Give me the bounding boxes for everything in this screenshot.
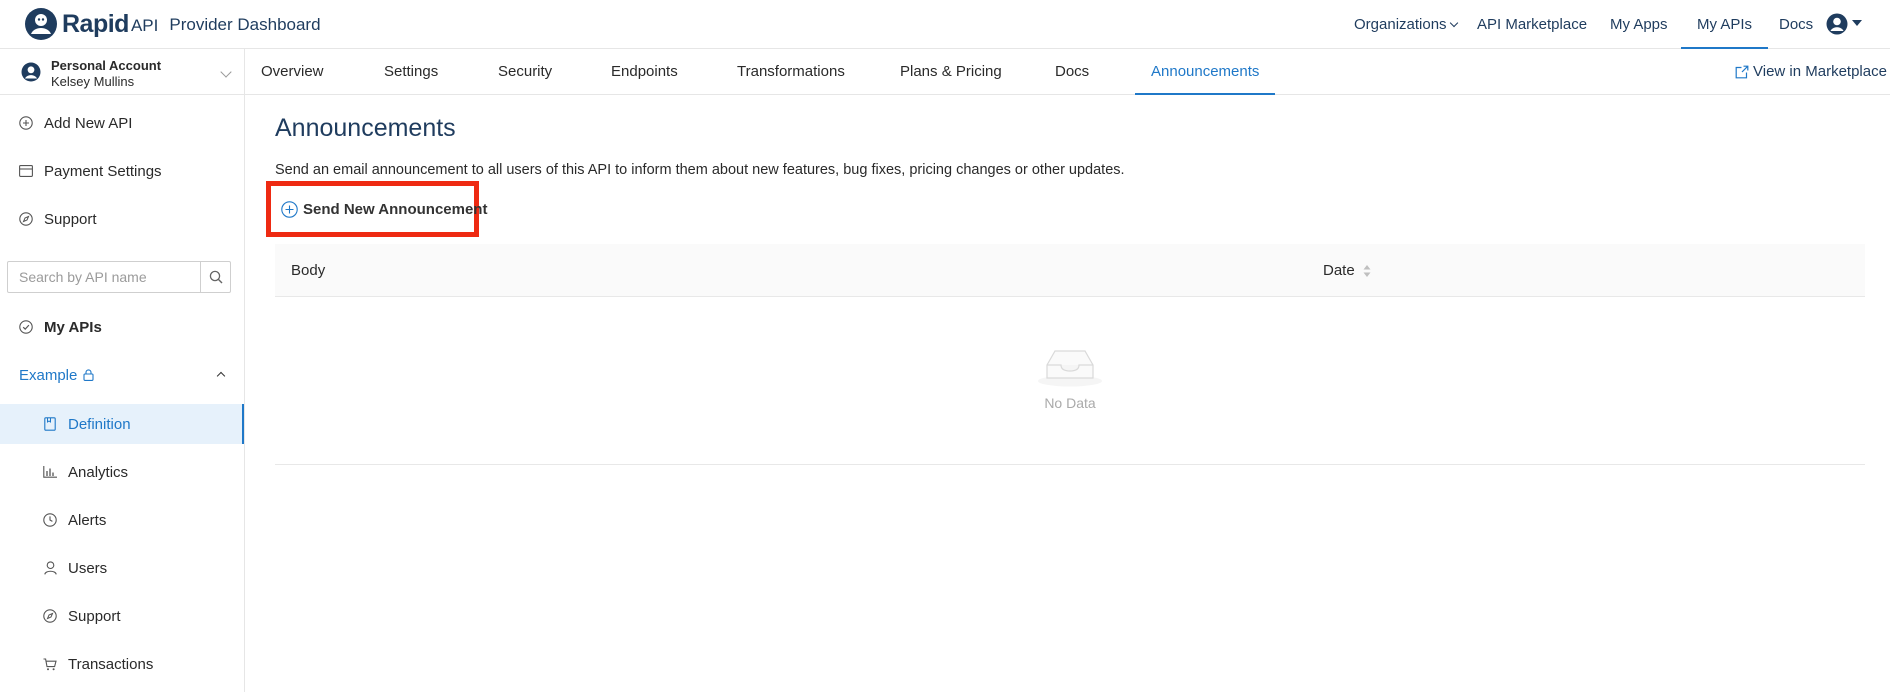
sidebar-item-label: Users <box>68 559 108 577</box>
sidebar-item-support[interactable]: Support <box>0 199 244 239</box>
sidebar-item-my-apis[interactable]: My APIs <box>0 307 244 347</box>
chevron-down-icon <box>1449 18 1458 28</box>
credit-card-icon <box>18 163 34 179</box>
sidebar-item-label: Support <box>44 210 97 228</box>
send-new-announcement-button[interactable]: Send New Announcement <box>266 181 487 237</box>
api-search <box>7 261 231 293</box>
plus-circle-icon <box>18 115 34 131</box>
topnav-organizations[interactable]: Organizations <box>1354 0 1458 49</box>
sidebar-item-alerts[interactable]: Alerts <box>0 500 244 540</box>
chevron-up-icon[interactable] <box>216 371 226 381</box>
lock-icon <box>83 369 94 381</box>
account-avatar-icon <box>21 62 41 82</box>
sort-icon[interactable] <box>1362 263 1372 279</box>
tab-announcements[interactable]: Announcements <box>1135 49 1276 95</box>
sidebar-item-users[interactable]: Users <box>0 548 244 588</box>
user-avatar-icon[interactable] <box>1826 13 1848 35</box>
empty-state-text: No Data <box>1044 395 1096 411</box>
view-in-marketplace-label: View in Marketplace <box>1753 63 1887 80</box>
user-icon <box>42 560 58 576</box>
column-header-date[interactable]: Date <box>1323 244 1355 297</box>
sidebar-item-api-support[interactable]: Support <box>0 596 244 636</box>
product-name: Provider Dashboard <box>169 15 321 34</box>
sidebar-item-api-example[interactable]: Example <box>0 355 244 395</box>
sidebar-item-label: Add New API <box>44 114 133 132</box>
rapidapi-logo[interactable]: Rapid API Provider Dashboard <box>24 7 321 41</box>
sidebar-item-analytics[interactable]: Analytics <box>0 452 244 492</box>
account-switcher[interactable]: Personal Account Kelsey Mullins <box>0 49 244 95</box>
page-title: Announcements <box>275 114 456 142</box>
account-name: Kelsey Mullins <box>51 74 135 89</box>
sidebar-item-payment-settings[interactable]: Payment Settings <box>0 151 244 191</box>
plus-circle-icon <box>281 200 298 218</box>
compass-icon <box>18 211 34 227</box>
compass-icon <box>42 608 58 624</box>
external-link-icon <box>1735 65 1749 79</box>
api-tabs: Overview Settings Security Endpoints Tra… <box>245 49 1890 95</box>
search-button[interactable] <box>200 262 230 292</box>
bar-chart-icon <box>42 464 58 480</box>
table-header: Body Date <box>275 244 1865 297</box>
sidebar-item-transactions[interactable]: Transactions <box>0 644 244 684</box>
sidebar-item-label: Alerts <box>68 511 107 529</box>
topnav-my-apps[interactable]: My Apps <box>1610 0 1668 49</box>
topnav-organizations-label: Organizations <box>1354 16 1447 33</box>
search-icon <box>209 270 222 284</box>
tab-transformations[interactable]: Transformations <box>737 49 845 95</box>
rapidapi-logo-icon <box>25 8 57 40</box>
caret-down-icon[interactable] <box>1852 20 1862 26</box>
topnav-my-apis[interactable]: My APIs <box>1681 0 1769 49</box>
empty-state: No Data <box>275 297 1865 464</box>
view-in-marketplace-link[interactable]: View in Marketplace <box>1735 49 1887 95</box>
sidebar-item-label: Definition <box>68 415 131 433</box>
sidebar-item-definition[interactable]: Definition <box>0 404 244 444</box>
announcements-table: Body Date No Data <box>275 244 1865 465</box>
sidebar-item-label: My APIs <box>44 318 102 336</box>
topnav-docs[interactable]: Docs <box>1779 0 1813 49</box>
top-navigation-bar: Rapid API Provider Dashboard Organizatio… <box>0 0 1890 49</box>
sidebar-item-label: Support <box>68 607 121 625</box>
tab-security[interactable]: Security <box>498 49 552 95</box>
tab-overview[interactable]: Overview <box>261 49 324 95</box>
send-new-announcement-label: Send New Announcement <box>303 200 488 218</box>
chevron-down-icon <box>220 66 232 78</box>
tab-plans-pricing[interactable]: Plans & Pricing <box>900 49 1002 95</box>
account-type-label: Personal Account <box>51 58 162 73</box>
sidebar-item-label: Payment Settings <box>44 162 162 180</box>
tab-endpoints[interactable]: Endpoints <box>611 49 678 95</box>
column-header-body: Body <box>291 262 326 279</box>
check-circle-icon <box>18 319 34 335</box>
brand-name: Rapid <box>62 9 129 38</box>
clock-icon <box>42 512 58 528</box>
sidebar-item-label: Transactions <box>68 655 154 673</box>
page-description: Send an email announcement to all users … <box>275 162 1125 178</box>
sidebar-item-add-new-api[interactable]: Add New API <box>0 103 244 143</box>
empty-inbox-icon <box>1038 350 1102 387</box>
tab-settings[interactable]: Settings <box>384 49 438 95</box>
document-icon <box>42 416 58 432</box>
tab-docs[interactable]: Docs <box>1055 49 1089 95</box>
sidebar: Personal Account Kelsey Mullins Add New … <box>0 49 245 692</box>
cart-icon <box>42 656 58 672</box>
api-name-label: Example <box>19 366 78 384</box>
sidebar-item-label: Analytics <box>68 463 129 481</box>
topnav-api-marketplace[interactable]: API Marketplace <box>1477 0 1587 49</box>
brand-suffix: API <box>130 15 159 35</box>
api-search-input[interactable] <box>8 262 200 292</box>
